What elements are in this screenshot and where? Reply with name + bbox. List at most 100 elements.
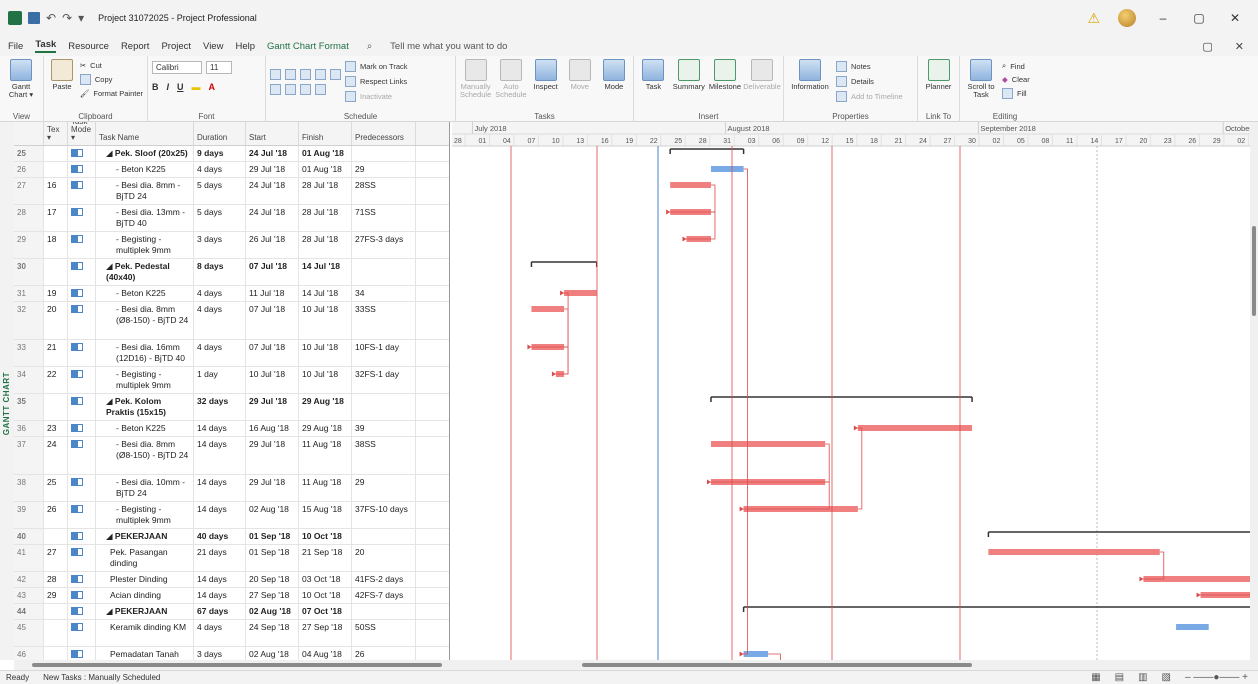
cell-tex[interactable] [44, 394, 68, 420]
row-id[interactable]: 43 [14, 588, 44, 603]
cell-task-name[interactable]: - Beton K225 [96, 286, 194, 301]
cell-task-name[interactable]: Pemadatan Tanah Lantai Satu [96, 647, 194, 660]
cell-tex[interactable]: 22 [44, 367, 68, 393]
outdent-icon[interactable] [270, 84, 281, 95]
underline-button[interactable]: U [177, 82, 184, 92]
table-row[interactable]: 39 26 - Begisting - multiplek 9mm 14 days 02… [14, 502, 449, 529]
table-row[interactable]: 29 18 - Begisting - multiplek 9mm 3 days 26 … [14, 232, 449, 259]
italic-button[interactable]: I [167, 82, 170, 92]
row-id[interactable]: 41 [14, 545, 44, 571]
table-row[interactable]: 37 24 - Besi dia. 8mm (Ø8-150) - BjTD 24 14… [14, 437, 449, 475]
cell-duration[interactable]: 8 days [194, 259, 246, 285]
warning-icon[interactable]: ⚠ [1087, 10, 1100, 27]
fill-button[interactable]: Fill [1002, 88, 1030, 99]
cell-predecessors[interactable] [352, 259, 416, 285]
cell-predecessors[interactable]: 33SS [352, 302, 416, 339]
cell-start[interactable]: 29 Jul '18 [246, 162, 299, 177]
cell-start[interactable]: 29 Jul '18 [246, 475, 299, 501]
cell-finish[interactable]: 10 Oct '18 [299, 588, 352, 603]
vertical-scrollbar[interactable] [1250, 122, 1258, 660]
task-usage-icon[interactable]: ▤ [1115, 672, 1124, 683]
cell-task-name[interactable]: - Besi dia. 16mm (12D16) - BjTD 40 [96, 340, 194, 366]
cell-predecessors[interactable] [352, 604, 416, 619]
cell-predecessors[interactable]: 42FS-7 days [352, 588, 416, 603]
cell-task-name[interactable]: - Begisting - multiplek 9mm [96, 232, 194, 258]
cell-tex[interactable]: 29 [44, 588, 68, 603]
cell-task-mode[interactable] [68, 421, 96, 436]
cell-finish[interactable]: 21 Sep '18 [299, 545, 352, 571]
table-row[interactable]: 42 28 Plester Dinding 14 days 20 Sep '18 03 O… [14, 572, 449, 588]
row-id[interactable]: 31 [14, 286, 44, 301]
cell-duration[interactable]: 4 days [194, 162, 246, 177]
notes-button[interactable]: Notes [836, 61, 903, 72]
cell-duration[interactable]: 4 days [194, 302, 246, 339]
row-id[interactable]: 33 [14, 340, 44, 366]
user-avatar[interactable] [1118, 9, 1136, 27]
gantt-view-icon[interactable]: ▦ [1091, 672, 1100, 683]
cell-duration[interactable]: 5 days [194, 205, 246, 231]
cell-start[interactable]: 24 Jul '18 [246, 146, 299, 161]
cell-task-name[interactable]: - Besi dia. 13mm - BjTD 40 [96, 205, 194, 231]
cell-predecessors[interactable] [352, 146, 416, 161]
row-id[interactable]: 46 [14, 647, 44, 660]
cell-task-name[interactable]: Keramik dinding KM [96, 620, 194, 646]
cell-task-name[interactable]: Pek. Pasangan dinding [96, 545, 194, 571]
cell-finish[interactable]: 11 Aug '18 [299, 475, 352, 501]
cell-task-mode[interactable] [68, 437, 96, 474]
tab-gantt-chart-format[interactable]: Gantt Chart Format [267, 41, 349, 52]
table-row[interactable]: 33 21 - Besi dia. 16mm (12D16) - BjTD 40 4 … [14, 340, 449, 367]
restore-button[interactable]: ▢ [1190, 11, 1208, 25]
mark-on-track-button[interactable]: Mark on Track [345, 61, 408, 72]
redo-icon[interactable]: ↷ [62, 11, 72, 25]
cell-task-name[interactable]: - Begisting - multiplek 9mm [96, 502, 194, 528]
cell-tex[interactable]: 17 [44, 205, 68, 231]
cell-duration[interactable]: 3 days [194, 647, 246, 660]
column-header-duration[interactable]: Duration [194, 122, 246, 145]
table-row[interactable]: 27 16 - Besi dia. 8mm - BjTD 24 5 days 24 Ju… [14, 178, 449, 205]
cell-task-mode[interactable] [68, 178, 96, 204]
cell-task-name[interactable]: Acian dinding [96, 588, 194, 603]
cell-task-mode[interactable] [68, 302, 96, 339]
cell-start[interactable]: 10 Jul '18 [246, 367, 299, 393]
cell-start[interactable]: 02 Aug '18 [246, 502, 299, 528]
cell-start[interactable]: 29 Jul '18 [246, 394, 299, 420]
tab-report[interactable]: Report [121, 41, 150, 52]
cell-task-name[interactable]: - Besi dia. 8mm (Ø8-150) - BjTD 24 [96, 437, 194, 474]
cell-finish[interactable]: 15 Aug '18 [299, 502, 352, 528]
respect-links-button[interactable]: Respect Links [345, 76, 408, 87]
cell-predecessors[interactable]: 37FS-10 days [352, 502, 416, 528]
tab-view[interactable]: View [203, 41, 223, 52]
table-row[interactable]: 38 25 - Besi dia. 10mm - BjTD 24 14 days 29 … [14, 475, 449, 502]
cell-duration[interactable]: 5 days [194, 178, 246, 204]
resource-sheet-icon[interactable]: ▧ [1162, 672, 1171, 683]
cell-start[interactable]: 24 Jul '18 [246, 178, 299, 204]
row-id[interactable]: 32 [14, 302, 44, 339]
cell-tex[interactable]: 21 [44, 340, 68, 366]
font-size-select[interactable]: 11 [206, 61, 232, 74]
cell-tex[interactable]: 24 [44, 437, 68, 474]
row-id[interactable]: 27 [14, 178, 44, 204]
cell-predecessors[interactable] [352, 529, 416, 544]
cell-finish[interactable]: 10 Jul '18 [299, 302, 352, 339]
table-row[interactable]: 41 27 Pek. Pasangan dinding 21 days 01 Sep '… [14, 545, 449, 572]
cell-task-name[interactable]: ◢ Pek. Kolom Praktis (15x15) [96, 394, 194, 420]
cell-finish[interactable]: 10 Jul '18 [299, 340, 352, 366]
cell-start[interactable]: 07 Jul '18 [246, 340, 299, 366]
font-color-icon[interactable]: A [209, 82, 216, 92]
cell-start[interactable]: 07 Jul '18 [246, 302, 299, 339]
cell-task-mode[interactable] [68, 545, 96, 571]
highlight-icon[interactable]: ▬ [192, 82, 201, 92]
cell-tex[interactable] [44, 647, 68, 660]
table-row[interactable]: 31 19 - Beton K225 4 days 11 Jul '18 14 Jul '… [14, 286, 449, 302]
cell-duration[interactable]: 9 days [194, 146, 246, 161]
cell-tex[interactable]: 25 [44, 475, 68, 501]
new-tasks-mode[interactable]: New Tasks : Manually Scheduled [43, 673, 160, 682]
tab-help[interactable]: Help [235, 41, 255, 52]
cell-task-mode[interactable] [68, 529, 96, 544]
cell-predecessors[interactable]: 20 [352, 545, 416, 571]
tab-resource[interactable]: Resource [68, 41, 109, 52]
cell-predecessors[interactable]: 10FS-1 day [352, 340, 416, 366]
cell-duration[interactable]: 21 days [194, 545, 246, 571]
cell-duration[interactable]: 14 days [194, 475, 246, 501]
cell-finish[interactable]: 28 Jul '18 [299, 178, 352, 204]
